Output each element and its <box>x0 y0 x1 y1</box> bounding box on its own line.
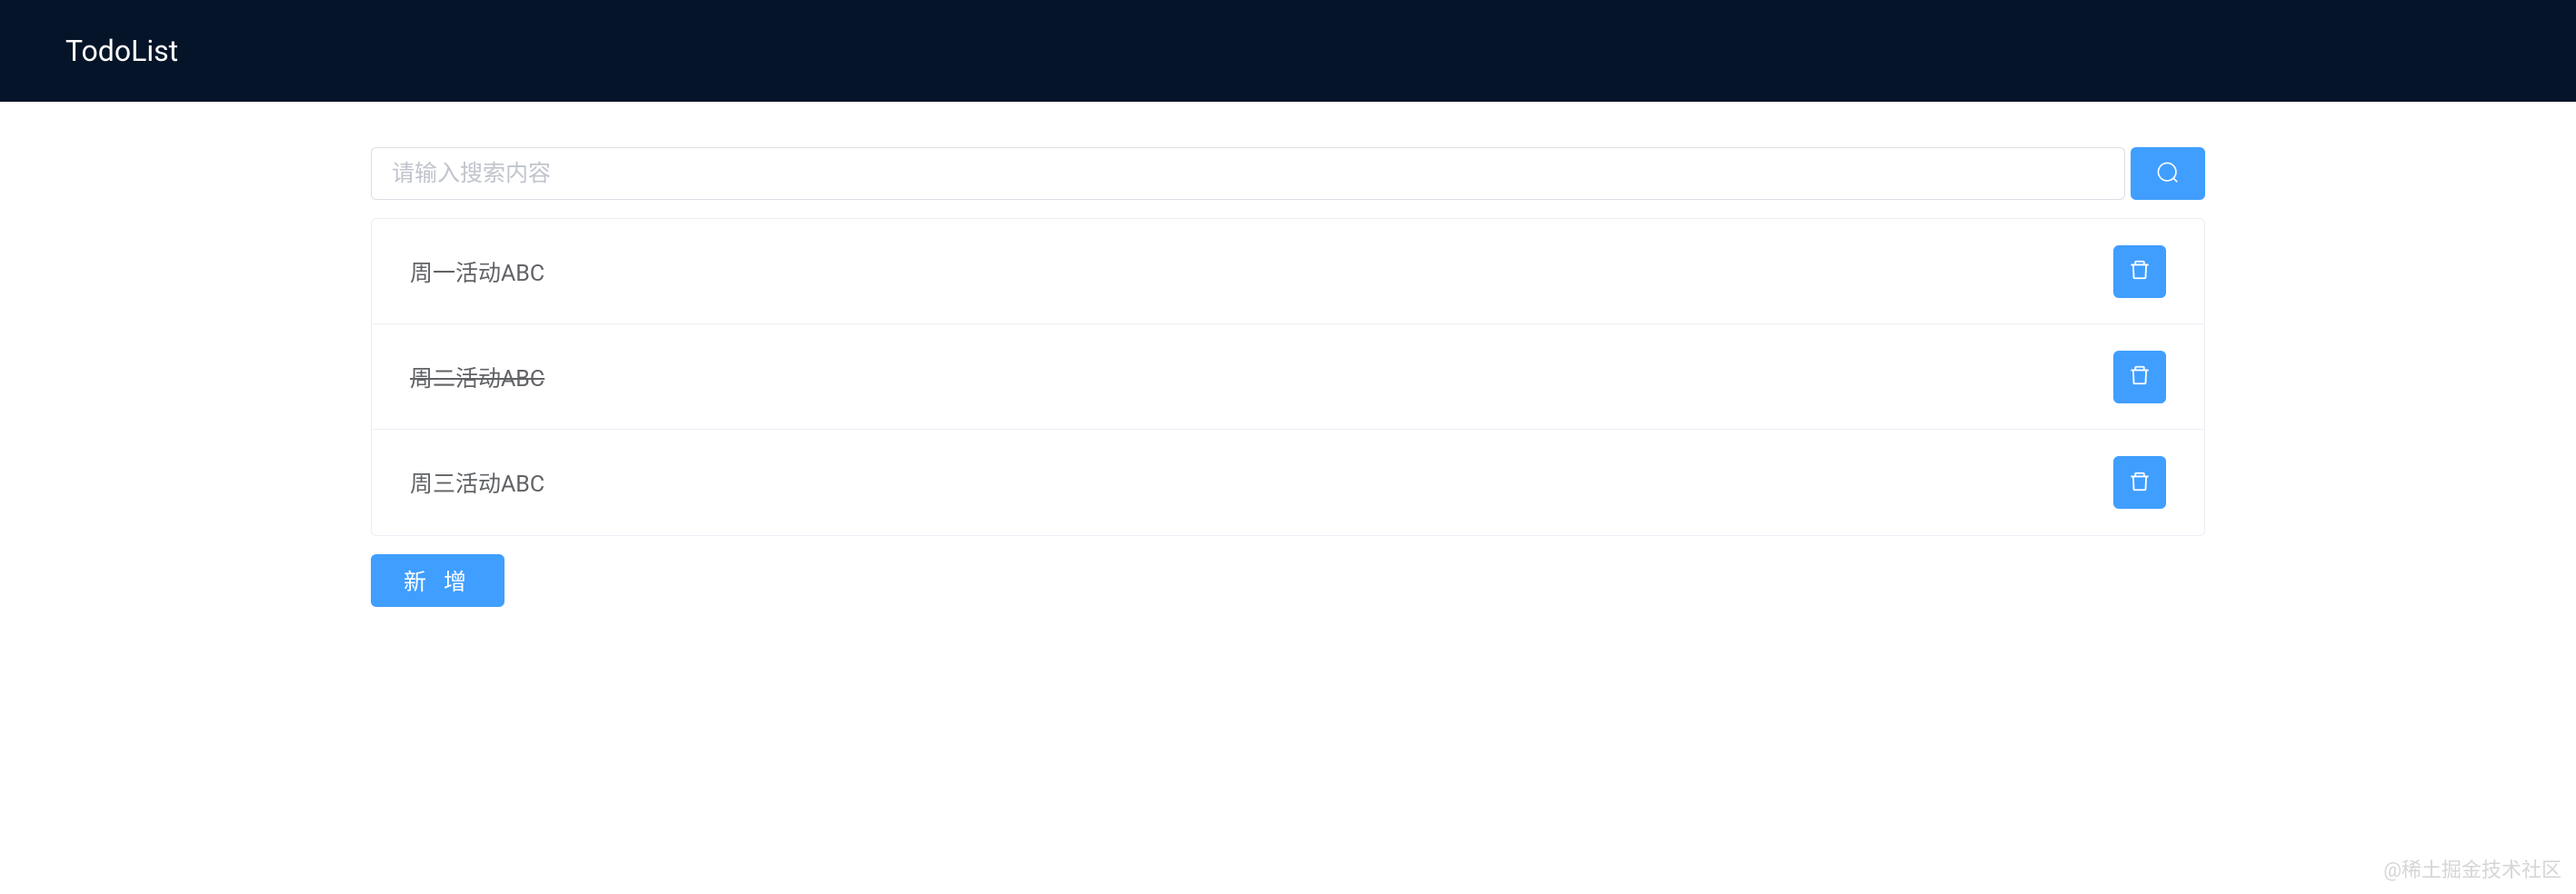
trash-icon <box>2128 470 2152 496</box>
todo-list: 周一活动ABC 周二活动ABC 周三活动ABC <box>371 218 2205 536</box>
delete-button[interactable] <box>2113 351 2166 403</box>
main-container: 周一活动ABC 周二活动ABC 周三活动ABC <box>371 102 2205 652</box>
delete-button[interactable] <box>2113 245 2166 298</box>
todo-item: 周一活动ABC <box>372 219 2204 324</box>
delete-button[interactable] <box>2113 456 2166 509</box>
watermark: @稀土掘金技术社区 <box>2383 854 2561 883</box>
search-icon <box>2156 161 2180 187</box>
todo-item: 周三活动ABC <box>372 430 2204 535</box>
app-title: TodoList <box>65 34 178 68</box>
trash-icon <box>2128 363 2152 390</box>
add-button[interactable]: 新 增 <box>371 554 504 607</box>
todo-text[interactable]: 周二活动ABC <box>410 361 544 393</box>
search-input[interactable] <box>371 147 2125 200</box>
search-button[interactable] <box>2131 147 2205 200</box>
search-row <box>371 147 2205 200</box>
todo-item: 周二活动ABC <box>372 324 2204 430</box>
todo-text[interactable]: 周一活动ABC <box>410 255 544 288</box>
header: TodoList <box>0 0 2576 102</box>
trash-icon <box>2128 258 2152 284</box>
todo-text[interactable]: 周三活动ABC <box>410 466 544 499</box>
